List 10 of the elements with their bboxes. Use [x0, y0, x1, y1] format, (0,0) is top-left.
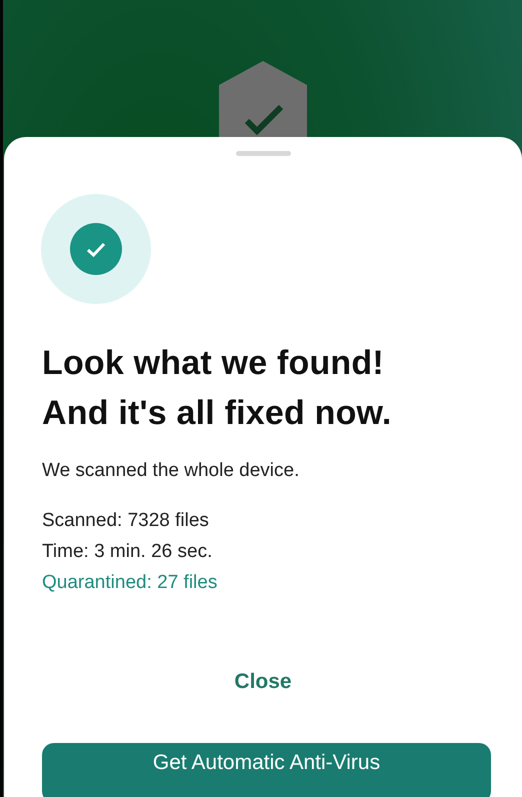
- drag-handle[interactable]: [236, 151, 290, 156]
- result-title: And it's all fixed now.: [42, 393, 393, 434]
- scan-stat: Quarantined: 27 files: [42, 572, 218, 594]
- scan-stat: Scanned: 7328 files: [42, 510, 210, 532]
- scan-message: We scanned the whole device.: [42, 460, 300, 482]
- get-antivirus-button[interactable]: Get Automatic Anti-Virus: [42, 743, 491, 797]
- result-title: Look what we found!: [42, 343, 385, 384]
- shield-check-icon: [218, 61, 306, 137]
- scan-stat: Time: 3 min. 26 sec.: [42, 541, 214, 563]
- close-button[interactable]: Close: [226, 666, 300, 698]
